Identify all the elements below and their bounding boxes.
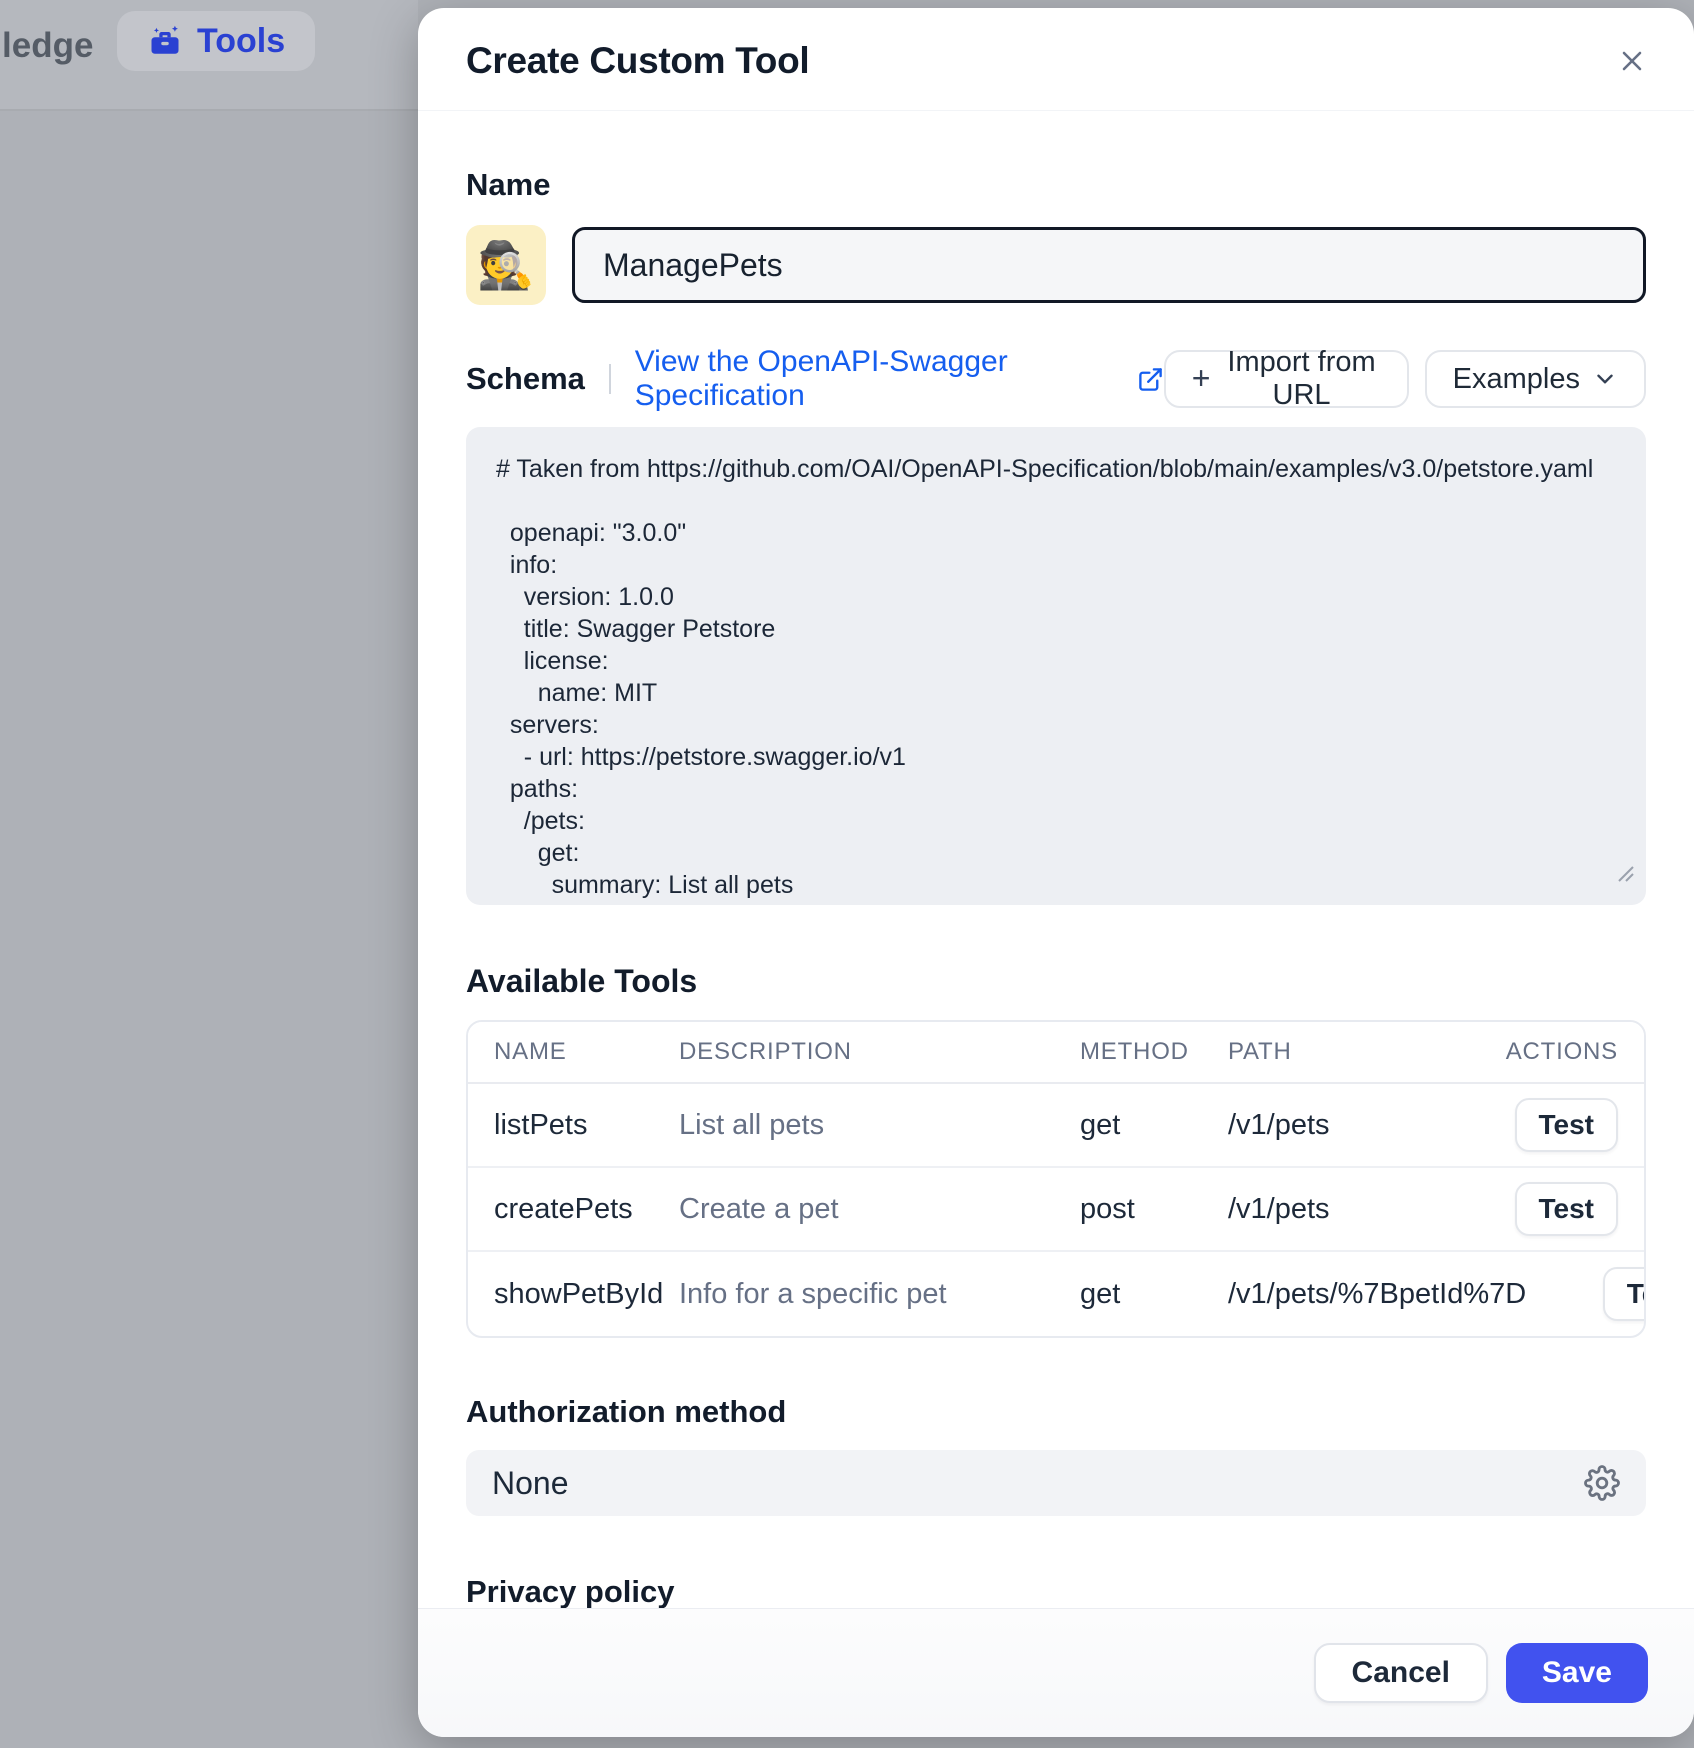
resize-handle-icon[interactable] — [1612, 860, 1636, 889]
openapi-spec-link-label: View the OpenAPI-Swagger Specification — [635, 345, 1125, 413]
tool-method: get — [1080, 1109, 1228, 1142]
schema-label: Schema — [466, 361, 585, 397]
column-header-description: DESCRIPTION — [679, 1038, 1080, 1066]
tool-name-input[interactable] — [572, 227, 1646, 303]
import-from-url-label: Import from URL — [1222, 346, 1380, 412]
save-button[interactable]: Save — [1506, 1643, 1648, 1703]
test-button[interactable]: Test — [1515, 1182, 1619, 1236]
authorization-method-field[interactable]: None — [466, 1450, 1646, 1516]
modal-title: Create Custom Tool — [466, 40, 809, 82]
modal-footer: Cancel Save — [418, 1608, 1694, 1737]
vertical-divider — [609, 364, 611, 394]
cancel-button[interactable]: Cancel — [1314, 1643, 1488, 1703]
tool-path: /v1/pets/%7BpetId%7D — [1228, 1278, 1526, 1311]
tool-name: createPets — [494, 1193, 679, 1226]
modal-header: Create Custom Tool — [418, 8, 1694, 111]
test-button[interactable]: Test — [1603, 1267, 1646, 1321]
schema-row: Schema View the OpenAPI-Swagger Specific… — [466, 345, 1646, 413]
table-header-row: NAME DESCRIPTION METHOD PATH ACTIONS — [468, 1022, 1644, 1084]
authorization-method-value: None — [492, 1465, 569, 1502]
test-button[interactable]: Test — [1515, 1098, 1619, 1152]
examples-dropdown[interactable]: Examples — [1425, 350, 1646, 408]
column-header-actions: ACTIONS — [1506, 1038, 1618, 1066]
modal-body: Name 🕵️ Schema View the OpenAPI-Swagger … — [418, 167, 1694, 1680]
tool-method: get — [1080, 1278, 1228, 1311]
tool-method: post — [1080, 1193, 1228, 1226]
column-header-method: METHOD — [1080, 1038, 1228, 1066]
chevron-down-icon — [1592, 366, 1618, 392]
create-custom-tool-modal: Create Custom Tool Name 🕵️ Schema View t… — [418, 8, 1694, 1737]
table-row: createPets Create a pet post /v1/pets Te… — [468, 1168, 1644, 1252]
openapi-spec-link[interactable]: View the OpenAPI-Swagger Specification — [635, 345, 1164, 413]
tool-description: List all pets — [679, 1109, 1080, 1142]
column-header-name: NAME — [494, 1038, 679, 1066]
tool-name: showPetById — [494, 1278, 679, 1311]
tool-name: listPets — [494, 1109, 679, 1142]
tab-knowledge-partial[interactable]: ledge — [2, 26, 93, 66]
toolbox-icon — [147, 23, 183, 59]
import-from-url-button[interactable]: + Import from URL — [1164, 350, 1409, 408]
plus-icon: + — [1192, 362, 1211, 394]
privacy-policy-heading: Privacy policy — [466, 1574, 1646, 1610]
column-header-path: PATH — [1228, 1038, 1438, 1066]
schema-textarea[interactable]: # Taken from https://github.com/OAI/Open… — [466, 427, 1646, 905]
examples-label: Examples — [1453, 363, 1580, 396]
available-tools-table: NAME DESCRIPTION METHOD PATH ACTIONS lis… — [466, 1020, 1646, 1338]
app-header-band: ledge Tools — [0, 0, 418, 111]
tab-tools-label: Tools — [197, 22, 285, 61]
tool-description: Info for a specific pet — [679, 1278, 1080, 1311]
tool-path: /v1/pets — [1228, 1109, 1438, 1142]
close-icon[interactable] — [1612, 41, 1652, 81]
tool-icon-picker[interactable]: 🕵️ — [466, 225, 546, 305]
authorization-method-heading: Authorization method — [466, 1394, 1646, 1430]
tool-path: /v1/pets — [1228, 1193, 1438, 1226]
external-link-icon — [1137, 366, 1164, 393]
available-tools-heading: Available Tools — [466, 963, 1646, 1000]
tool-description: Create a pet — [679, 1193, 1080, 1226]
name-label: Name — [466, 167, 1646, 203]
table-row: listPets List all pets get /v1/pets Test — [468, 1084, 1644, 1168]
detective-emoji-icon: 🕵️ — [477, 238, 534, 293]
name-row: 🕵️ — [466, 225, 1646, 305]
schema-actions: + Import from URL Examples — [1164, 350, 1646, 408]
table-row: showPetById Info for a specific pet get … — [468, 1252, 1644, 1336]
tab-tools[interactable]: Tools — [117, 11, 315, 71]
gear-icon[interactable] — [1584, 1465, 1620, 1501]
